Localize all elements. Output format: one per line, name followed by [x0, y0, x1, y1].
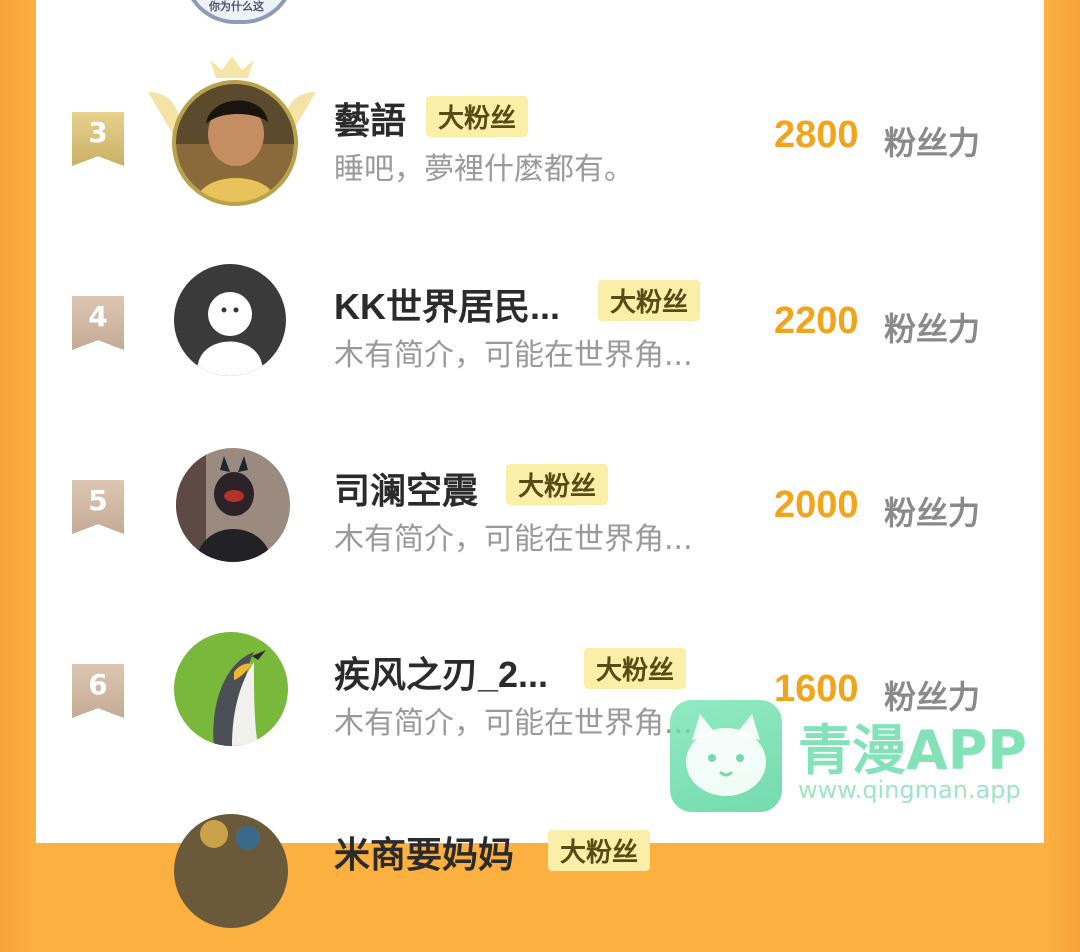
cat-logo-icon — [670, 700, 782, 812]
fan-level-badge: 大粉丝 — [426, 96, 529, 137]
avatar[interactable] — [174, 632, 288, 746]
fan-power-score: 2000 — [774, 484, 859, 526]
user-name[interactable]: 疾风之刃_2... — [334, 646, 548, 698]
fan-level-badge: 大粉丝 — [584, 648, 687, 689]
user-bio: 木有简介，可能在世界角... — [334, 522, 693, 557]
leaderboard-row-5[interactable]: 5 司澜空震 大粉丝 木有简介，可能在世界角... 2000 粉丝力 — [0, 446, 1080, 586]
avatar[interactable] — [176, 448, 290, 562]
avatar-caption: 你为什么这 — [209, 0, 264, 13]
rank-badge: 6 — [72, 664, 124, 718]
user-name[interactable]: KK世界居民... — [334, 278, 560, 330]
fan-level-badge: 大粉丝 — [598, 280, 701, 321]
fan-power-unit: 粉丝力 — [884, 310, 981, 348]
fan-power-score: 2800 — [774, 114, 859, 156]
leaderboard-row-4[interactable]: 4 KK世界居民... 大粉丝 木有简介，可能在世界角... 2200 粉丝力 — [0, 262, 1080, 402]
user-bio: 木有简介，可能在世界角... — [334, 338, 693, 373]
avatar[interactable] — [174, 814, 288, 928]
fan-power-unit: 粉丝力 — [884, 494, 981, 532]
rank-badge: 3 — [72, 112, 124, 166]
user-bio: 睡吧，夢裡什麼都有。 — [334, 152, 634, 187]
fan-power-score: 2200 — [774, 300, 859, 342]
user-name[interactable]: 米商要妈妈 — [334, 826, 514, 878]
user-name[interactable]: 藝語 — [334, 92, 406, 144]
fan-level-badge: 大粉丝 — [506, 464, 609, 505]
default-avatar[interactable] — [174, 264, 286, 376]
watermark-url: www.qingman.app — [798, 776, 1021, 804]
avatar[interactable] — [172, 80, 298, 206]
app-watermark: 青漫APP www.qingman.app — [670, 700, 1040, 820]
rank-badge: 4 — [72, 296, 124, 350]
user-name[interactable]: 司澜空震 — [334, 462, 478, 514]
watermark-title: 青漫APP — [798, 719, 1027, 782]
rank-badge: 5 — [72, 480, 124, 534]
fan-power-unit: 粉丝力 — [884, 124, 981, 162]
leaderboard-row-7[interactable]: 米商要妈妈 大粉丝 — [0, 812, 1080, 952]
user-bio: 木有简介，可能在世界角... — [334, 706, 693, 741]
leaderboard-row-3[interactable]: 3 藝語 大粉丝 睡吧，夢裡什麼都有。 2800 粉丝力 — [0, 56, 1080, 206]
fan-level-badge: 大粉丝 — [548, 830, 651, 871]
